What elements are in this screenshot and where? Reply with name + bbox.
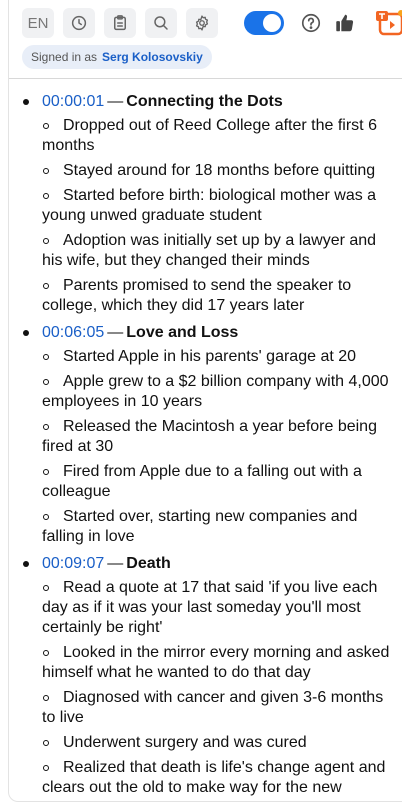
app-logo-icon[interactable] xyxy=(374,8,402,38)
point-text: Adoption was initially set up by a lawye… xyxy=(42,232,377,269)
list-item: Started over, starting new companies and… xyxy=(42,505,402,550)
timestamp-link[interactable]: 00:06:05 xyxy=(42,324,104,341)
list-item: Stayed around for 18 months before quitt… xyxy=(42,159,402,184)
history-icon xyxy=(71,15,87,31)
bullet-circle xyxy=(43,740,49,746)
summary-toggle[interactable] xyxy=(244,11,284,35)
section-title: Connecting the Dots xyxy=(126,93,283,110)
search-button[interactable] xyxy=(145,8,177,38)
point-list: Started Apple in his parents' garage at … xyxy=(42,345,402,550)
summary-panel: EN Signed in as Serg Kolosovskiy 00:00:0… xyxy=(8,0,402,802)
bullet-circle xyxy=(43,585,49,591)
point-text: Looked in the mirror every morning and a… xyxy=(42,644,390,681)
bullet-circle xyxy=(43,193,49,199)
list-item: Started before birth: biological mother … xyxy=(42,184,402,229)
section-heading: 00:00:01— Connecting the Dots xyxy=(23,88,402,114)
list-item: Adoption was initially set up by a lawye… xyxy=(42,229,402,274)
separator-dash: — xyxy=(107,324,124,341)
list-item: Looked in the mirror every morning and a… xyxy=(42,641,402,686)
point-list: Read a quote at 17 that said 'if you liv… xyxy=(42,576,402,801)
section-title: Love and Loss xyxy=(126,324,239,341)
list-item: Dropped out of Reed College after the fi… xyxy=(42,114,402,159)
copy-button[interactable] xyxy=(104,8,136,38)
bullet-circle xyxy=(43,379,49,385)
section-list: 00:00:01— Connecting the Dots Dropped out… xyxy=(9,88,402,801)
bullet-circle xyxy=(43,469,49,475)
divider xyxy=(9,78,402,79)
bullet-circle xyxy=(43,354,49,360)
settings-button[interactable] xyxy=(186,8,218,38)
signed-in-user[interactable]: Serg Kolosovskiy xyxy=(102,50,203,64)
separator-dash: — xyxy=(107,555,124,572)
bullet-circle xyxy=(43,650,49,656)
gear-icon xyxy=(195,15,209,31)
point-text: Diagnosed with cancer and given 3-6 mont… xyxy=(42,689,384,726)
signed-in-prefix: Signed in as xyxy=(31,50,98,64)
separator-dash: — xyxy=(107,93,124,110)
list-item: Read a quote at 17 that said 'if you liv… xyxy=(42,576,402,641)
point-text: Read a quote at 17 that said 'if you liv… xyxy=(42,579,378,636)
bullet-circle xyxy=(43,238,49,244)
point-text: Underwent surgery and was cured xyxy=(63,734,307,751)
point-text: Parents promised to send the speaker to … xyxy=(42,277,352,314)
point-text: Released the Macintosh a year before bei… xyxy=(42,418,377,455)
bullet-circle xyxy=(43,695,49,701)
bullet-circle xyxy=(43,123,49,129)
section-item: 00:00:01— Connecting the Dots Dropped out… xyxy=(9,88,402,319)
section-heading: 00:09:07— Death xyxy=(23,550,402,576)
list-item: Underwent surgery and was cured xyxy=(42,731,402,756)
toolbar: EN xyxy=(22,6,402,40)
point-text: Dropped out of Reed College after the fi… xyxy=(42,117,377,154)
language-button[interactable]: EN xyxy=(22,8,54,38)
bullet-circle xyxy=(43,514,49,520)
bullet-disc xyxy=(23,99,29,105)
bullet-circle xyxy=(43,283,49,289)
point-text: Fired from Apple due to a falling out wi… xyxy=(42,463,362,500)
point-text: Realized that death is life's change age… xyxy=(42,759,386,796)
bullet-circle xyxy=(43,765,49,771)
point-text: Started before birth: biological mother … xyxy=(42,187,377,224)
timestamp-link[interactable]: 00:09:07 xyxy=(42,555,104,572)
thumbs-up-icon[interactable] xyxy=(334,12,356,34)
list-item: Realized that death is life's change age… xyxy=(42,756,402,801)
signed-in-badge: Signed in as Serg Kolosovskiy xyxy=(22,45,212,69)
summary-content: 00:00:01— Connecting the Dots Dropped out… xyxy=(9,88,402,801)
bullet-disc xyxy=(23,330,29,336)
timestamp-link[interactable]: 00:00:01 xyxy=(42,93,104,110)
point-text: Apple grew to a $2 billion company with … xyxy=(42,373,389,410)
help-icon[interactable] xyxy=(300,12,322,34)
section-heading: 00:06:05— Love and Loss xyxy=(23,319,402,345)
list-item: Apple grew to a $2 billion company with … xyxy=(42,370,402,415)
toggle-knob xyxy=(263,14,281,32)
section-title: Death xyxy=(126,555,171,572)
list-item: Fired from Apple due to a falling out wi… xyxy=(42,460,402,505)
bullet-circle xyxy=(43,424,49,430)
list-item: Parents promised to send the speaker to … xyxy=(42,274,402,319)
language-label: EN xyxy=(27,14,49,32)
list-item: Released the Macintosh a year before bei… xyxy=(42,415,402,460)
point-text: Started over, starting new companies and… xyxy=(42,508,358,545)
search-icon xyxy=(154,16,168,30)
section-item: 00:09:07— Death Read a quote at 17 that s… xyxy=(9,550,402,801)
section-item: 00:06:05— Love and Loss Started Apple in … xyxy=(9,319,402,550)
point-list: Dropped out of Reed College after the fi… xyxy=(42,114,402,319)
clipboard-icon xyxy=(114,15,126,31)
point-text: Started Apple in his parents' garage at … xyxy=(63,348,357,365)
history-button[interactable] xyxy=(63,8,95,38)
list-item: Diagnosed with cancer and given 3-6 mont… xyxy=(42,686,402,731)
list-item: Started Apple in his parents' garage at … xyxy=(42,345,402,370)
bullet-circle xyxy=(43,168,49,174)
point-text: Stayed around for 18 months before quitt… xyxy=(63,162,376,179)
bullet-disc xyxy=(23,561,29,567)
